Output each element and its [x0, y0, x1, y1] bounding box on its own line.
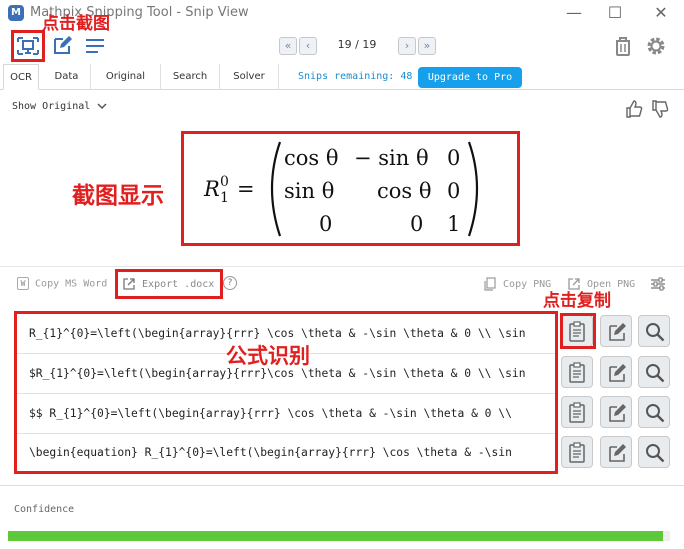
settings-button[interactable] — [643, 33, 669, 59]
search-button[interactable] — [638, 356, 670, 388]
highlight-export — [115, 269, 223, 299]
search-icon — [646, 444, 665, 463]
snips-remaining: Snips remaining: 48 — [298, 71, 413, 82]
matrix-cell: 0 — [447, 146, 460, 170]
edit-button[interactable] — [50, 33, 76, 59]
thumbs-up-icon — [626, 100, 643, 118]
search-icon — [646, 323, 665, 342]
page-counter: 19 / 19 — [337, 38, 377, 51]
minimize-button[interactable]: — — [562, 2, 586, 24]
chevron-down-icon — [97, 103, 107, 110]
formula-display: R 0 1 = cos θ − sin θ 0 sin θ cos θ 0 0 … — [181, 131, 520, 246]
annotation-ocr: 公式识别 — [226, 344, 310, 368]
annotation-copy: 点击复制 — [543, 291, 611, 311]
prev-page-button[interactable]: ‹ — [299, 37, 317, 55]
close-button[interactable]: ✕ — [649, 2, 673, 24]
search-button[interactable] — [638, 436, 670, 468]
matrix-cell: cos θ — [284, 146, 339, 170]
menu-icon — [86, 39, 104, 53]
search-button[interactable] — [638, 396, 670, 428]
confidence-label: Confidence — [14, 504, 75, 515]
formula-render: R 0 1 = cos θ − sin θ 0 sin θ cos θ 0 0 … — [203, 141, 479, 237]
matrix-cell: sin θ — [284, 179, 334, 203]
left-paren — [270, 141, 282, 237]
highlight-copy — [560, 313, 596, 349]
copy-icon — [484, 277, 496, 291]
maximize-button[interactable]: ☐ — [603, 2, 627, 24]
chevron-left-icon: ‹ — [305, 39, 311, 52]
show-original-label: Show Original — [12, 101, 91, 112]
last-page-button[interactable]: » — [418, 37, 436, 55]
tab-original[interactable]: Original — [91, 64, 161, 90]
show-original-toggle[interactable]: Show Original — [12, 101, 108, 112]
help-icon[interactable]: ? — [223, 276, 237, 290]
search-button[interactable] — [638, 315, 670, 347]
highlight-results — [14, 311, 558, 474]
double-chevron-left-icon: « — [284, 39, 292, 52]
first-page-button[interactable]: « — [279, 37, 297, 55]
matrix-cell: cos θ — [377, 179, 432, 203]
matrix-cell: − sin θ — [354, 146, 429, 170]
matrix-cell: 1 — [447, 212, 460, 236]
formula-equals: = — [237, 177, 255, 201]
word-icon: W — [17, 277, 29, 290]
edit-result-button[interactable] — [600, 396, 632, 428]
edit-result-button[interactable] — [600, 356, 632, 388]
clipboard-icon — [569, 442, 585, 463]
formula-sub: 1 — [220, 190, 229, 206]
tab-data[interactable]: Data — [43, 64, 91, 90]
thumbs-down-button[interactable] — [650, 99, 670, 119]
tab-search[interactable]: Search — [161, 64, 220, 90]
edit-icon — [54, 36, 72, 54]
copy-ms-word-label: Copy MS Word — [35, 278, 108, 290]
divider — [0, 485, 684, 486]
edit-icon — [609, 404, 626, 422]
app-logo: M — [8, 5, 24, 21]
matrix-cell: 0 — [447, 179, 460, 203]
copy-png-button[interactable]: Copy PNG — [483, 277, 551, 291]
annotation-display: 截图显示 — [72, 183, 164, 209]
upgrade-button[interactable]: Upgrade to Pro — [418, 67, 522, 88]
edit-icon — [609, 444, 626, 462]
copy-button[interactable] — [561, 396, 593, 428]
filter-settings-button[interactable] — [650, 276, 666, 292]
search-icon — [646, 404, 665, 423]
clipboard-icon — [569, 362, 585, 383]
edit-icon — [609, 364, 626, 382]
copy-button[interactable] — [561, 436, 593, 468]
copy-button[interactable] — [561, 356, 593, 388]
annotation-snip: 点击截图 — [42, 14, 110, 34]
gear-icon — [647, 37, 665, 55]
copy-ms-word-button[interactable]: W Copy MS Word — [17, 277, 107, 290]
search-icon — [646, 364, 665, 383]
thumbs-down-icon — [652, 100, 669, 118]
matrix-cell: 0 — [319, 212, 332, 236]
divider — [0, 266, 684, 267]
highlight-snip — [11, 30, 45, 62]
trash-icon — [616, 37, 630, 56]
confidence-bar — [8, 531, 670, 541]
delete-button[interactable] — [610, 33, 636, 59]
tab-solver[interactable]: Solver — [220, 64, 279, 90]
sliders-icon — [651, 277, 665, 291]
formula-lhs: R — [203, 177, 220, 201]
double-chevron-right-icon: » — [423, 39, 431, 52]
right-paren — [467, 141, 479, 237]
formula-sup: 0 — [220, 174, 229, 190]
clipboard-icon — [569, 402, 585, 423]
menu-button[interactable] — [82, 33, 108, 59]
matrix-cell: 0 — [410, 212, 423, 236]
thumbs-up-button[interactable] — [624, 99, 644, 119]
edit-result-button[interactable] — [600, 436, 632, 468]
confidence-bar-fill — [8, 531, 664, 541]
tab-ocr[interactable]: OCR — [3, 64, 39, 90]
edit-result-button[interactable] — [600, 315, 632, 347]
edit-icon — [609, 323, 626, 341]
chevron-right-icon: › — [404, 39, 410, 52]
next-page-button[interactable]: › — [398, 37, 416, 55]
